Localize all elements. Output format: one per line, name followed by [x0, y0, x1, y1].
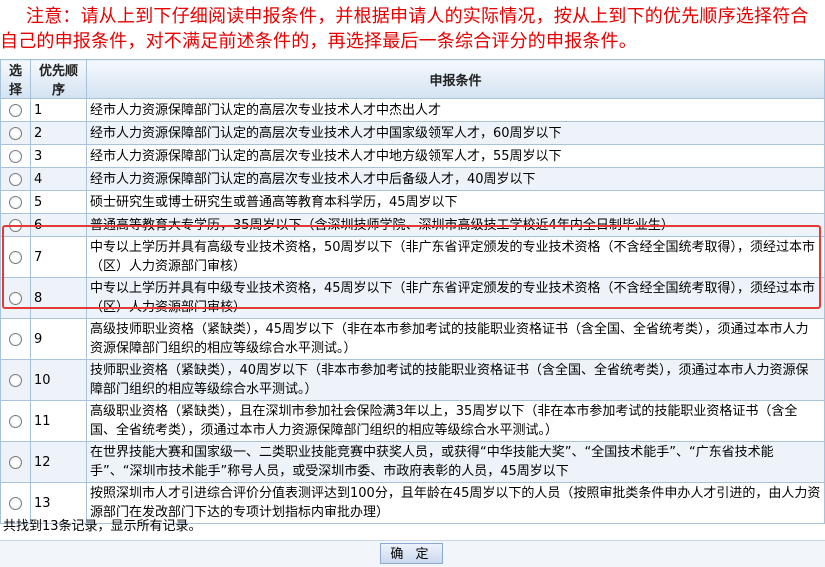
conditions-table: 选择 优先顺序 申报条件 1 经市人力资源保障部门认定的高层次专业技术人才中杰出…: [0, 59, 825, 524]
radio-button[interactable]: [9, 149, 22, 163]
priority-number: 9: [30, 318, 87, 360]
priority-number: 2: [30, 121, 87, 145]
condition-text: 经市人力资源保障部门认定的高层次专业技术人才中地方级领军人才，55周岁以下: [86, 144, 825, 168]
condition-text: 硕士研究生或博士研究生或普通高等教育本科学历，45周岁以下: [86, 190, 825, 214]
table-row: 8 中专以上学历并具有中级专业技术资格，45周岁以下（非广东省评定颁发的专业技术…: [0, 277, 825, 319]
radio-button[interactable]: [9, 496, 22, 510]
priority-number: 11: [30, 400, 87, 442]
table-row: 7 中专以上学历并具有高级专业技术资格，50周岁以下（非广东省评定颁发的专业技术…: [0, 236, 825, 278]
condition-text: 普通高等教育大专学历，35周岁以下（含深圳技师学院、深圳市高级技工学校近4年内全…: [86, 213, 825, 237]
table-row: 3 经市人力资源保障部门认定的高层次专业技术人才中地方级领军人才，55周岁以下: [0, 144, 825, 168]
radio-button[interactable]: [9, 250, 22, 264]
condition-text: 中专以上学历并具有高级专业技术资格，50周岁以下（非广东省评定颁发的专业技术资格…: [86, 236, 825, 278]
condition-text: 经市人力资源保障部门认定的高层次专业技术人才中国家级领军人才，60周岁以下: [86, 121, 825, 145]
condition-text: 在世界技能大赛和国家级一、二类职业技能竞赛中获奖人员，或获得“中华技能大奖”、“…: [86, 441, 825, 483]
radio-button[interactable]: [9, 291, 22, 305]
table-row: 2 经市人力资源保障部门认定的高层次专业技术人才中国家级领军人才，60周岁以下: [0, 121, 825, 145]
table-row: 1 经市人力资源保障部门认定的高层次专业技术人才中杰出人才: [0, 98, 825, 122]
priority-number: 8: [30, 277, 87, 319]
table-row: 12 在世界技能大赛和国家级一、二类职业技能竞赛中获奖人员，或获得“中华技能大奖…: [0, 441, 825, 483]
radio-button[interactable]: [9, 126, 22, 140]
priority-number: 6: [30, 213, 87, 237]
table-row: 5 硕士研究生或博士研究生或普通高等教育本科学历，45周岁以下: [0, 190, 825, 214]
radio-button[interactable]: [9, 414, 22, 428]
priority-number: 10: [30, 359, 87, 401]
confirm-button[interactable]: 确 定: [380, 543, 443, 564]
radio-button[interactable]: [9, 218, 22, 232]
priority-number: 4: [30, 167, 87, 191]
priority-number: 3: [30, 144, 87, 168]
table-row: 11 高级职业资格（紧缺类），且在深圳市参加社会保险满3年以上，35周岁以下（非…: [0, 400, 825, 442]
condition-text: 中专以上学历并具有中级专业技术资格，45周岁以下（非广东省评定颁发的专业技术资格…: [86, 277, 825, 319]
priority-number: 7: [30, 236, 87, 278]
radio-button[interactable]: [9, 332, 22, 346]
condition-text: 高级技师职业资格（紧缺类），45周岁以下（非在本市参加考试的技能职业资格证书（含…: [86, 318, 825, 360]
condition-text: 经市人力资源保障部门认定的高层次专业技术人才中杰出人才: [86, 98, 825, 122]
condition-text: 经市人力资源保障部门认定的高层次专业技术人才中后备级人才，40周岁以下: [86, 167, 825, 191]
condition-text: 高级职业资格（紧缺类），且在深圳市参加社会保险满3年以上，35周岁以下（非在本市…: [86, 400, 825, 442]
priority-number: 1: [30, 98, 87, 122]
radio-button[interactable]: [9, 103, 22, 117]
priority-number: 12: [30, 441, 87, 483]
header-priority: 优先顺序: [30, 59, 87, 99]
table-row: 9 高级技师职业资格（紧缺类），45周岁以下（非在本市参加考试的技能职业资格证书…: [0, 318, 825, 360]
condition-text: 技师职业资格（紧缺类），40周岁以下（非本市参加考试的技能职业资格证书（含全国、…: [86, 359, 825, 401]
table-row: 4 经市人力资源保障部门认定的高层次专业技术人才中后备级人才，40周岁以下: [0, 167, 825, 191]
radio-button[interactable]: [9, 195, 22, 209]
table-header-row: 选择 优先顺序 申报条件: [0, 59, 825, 99]
record-count-text: 共找到13条记录，显示所有记录。: [3, 519, 202, 534]
header-select: 选择: [0, 59, 31, 99]
radio-button[interactable]: [9, 172, 22, 186]
header-condition: 申报条件: [86, 59, 825, 99]
table-row: 6 普通高等教育大专学历，35周岁以下（含深圳技师学院、深圳市高级技工学校近4年…: [0, 213, 825, 237]
radio-button[interactable]: [9, 455, 22, 469]
priority-number: 5: [30, 190, 87, 214]
notice-text: 注意：请从上到下仔细阅读申报条件，并根据申请人的实际情况，按从上到下的优先顺序选…: [0, 6, 809, 52]
table-row: 10 技师职业资格（紧缺类），40周岁以下（非本市参加考试的技能职业资格证书（含…: [0, 359, 825, 401]
radio-button[interactable]: [9, 373, 22, 387]
